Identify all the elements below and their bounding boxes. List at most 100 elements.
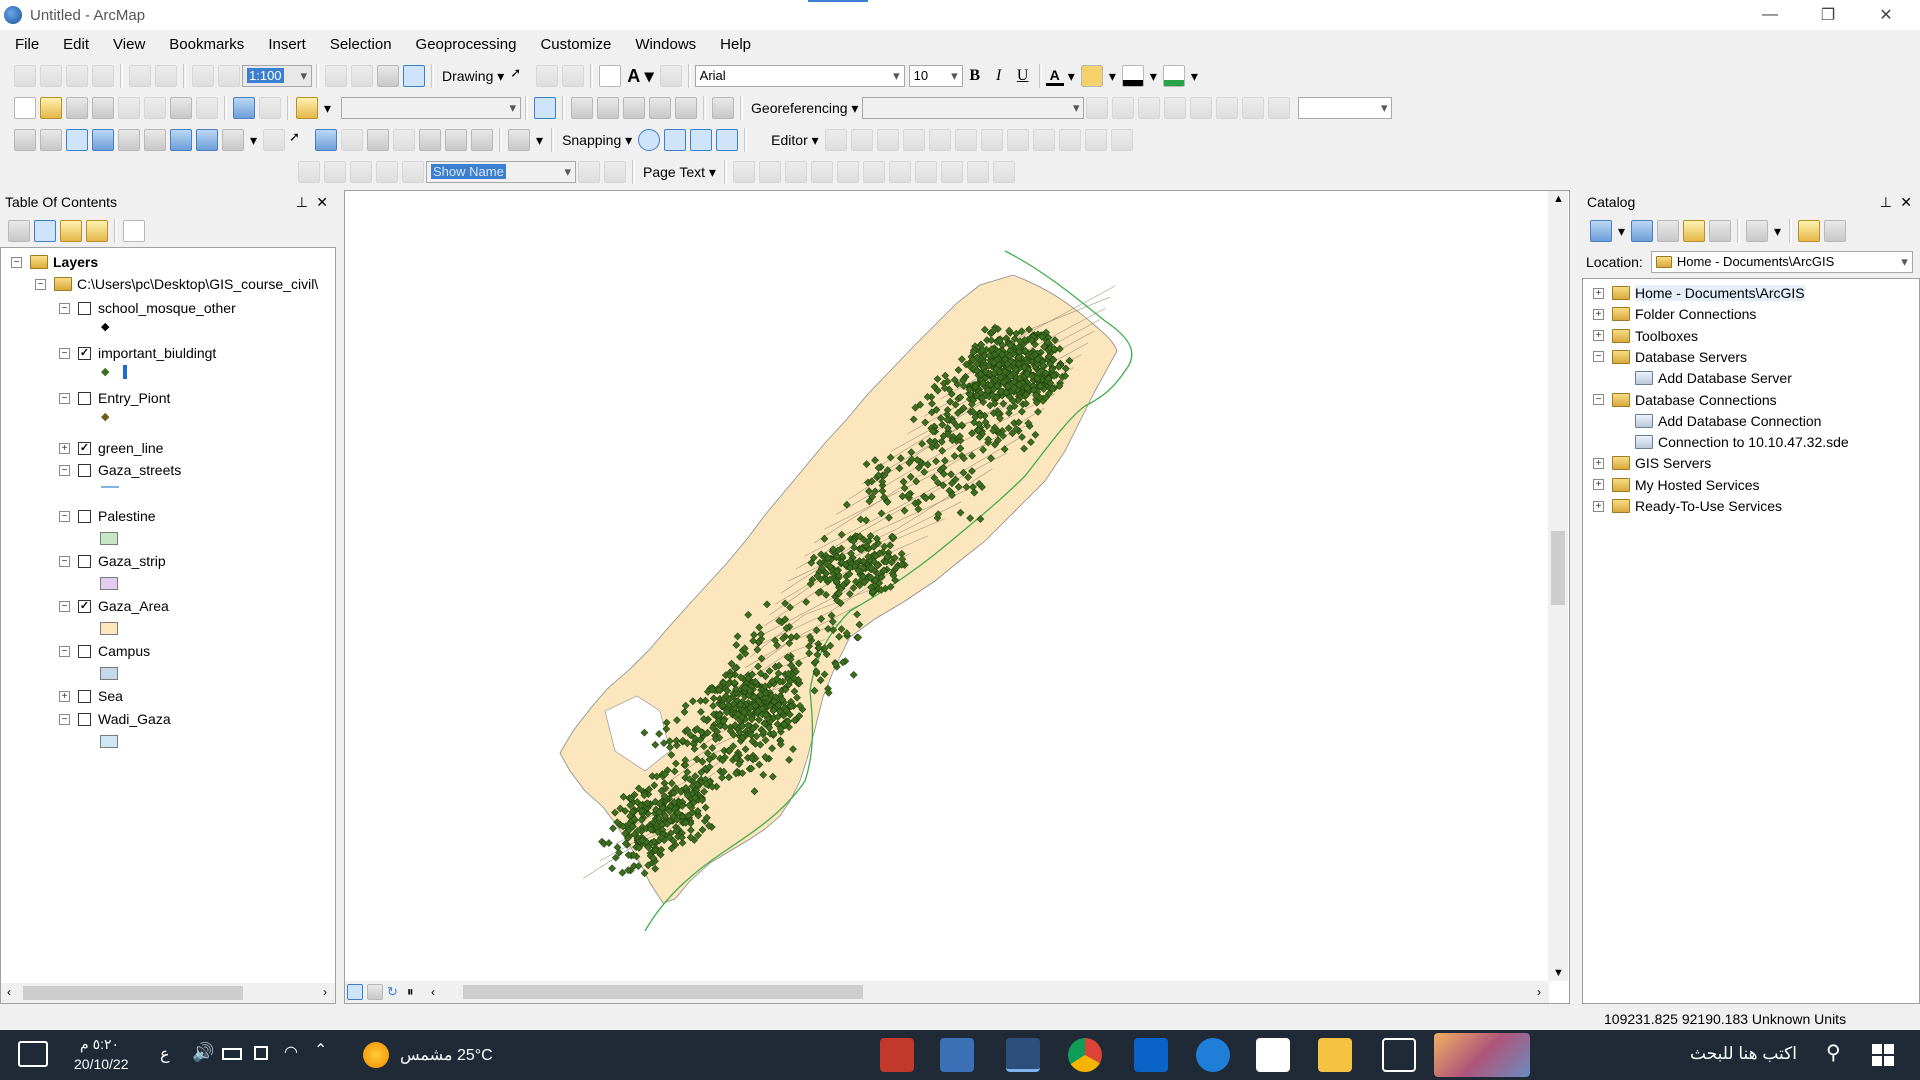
- zoom-whole-page-icon[interactable]: [562, 65, 585, 87]
- marker-color-icon[interactable]: [1162, 65, 1185, 87]
- layout-tool-icon[interactable]: [351, 65, 373, 87]
- layers-root[interactable]: − Layers: [11, 252, 98, 272]
- layout-tool-icon[interactable]: [66, 65, 88, 87]
- redo-icon[interactable]: [259, 97, 281, 119]
- georef-tool-icon[interactable]: [1086, 97, 1109, 119]
- edit-tool-icon[interactable]: [1058, 129, 1081, 151]
- georef-tool-icon[interactable]: [1268, 97, 1291, 119]
- layout-tool-icon[interactable]: [192, 65, 214, 87]
- collapse-icon[interactable]: −: [59, 392, 70, 404]
- catalog-item[interactable]: − Database Connections: [1593, 390, 1777, 410]
- wifi-icon[interactable]: ◠: [284, 1042, 298, 1062]
- toc-layer-important-biuldingt[interactable]: − ✓ important_biuldingt: [59, 343, 216, 363]
- full-extent-icon[interactable]: [92, 129, 114, 151]
- layout-tool-icon[interactable]: [403, 65, 425, 87]
- task-view-icon[interactable]: [1382, 1038, 1416, 1072]
- arcmap-task-icon[interactable]: [880, 1038, 914, 1072]
- catalog-item-label[interactable]: Connection to 10.10.47.32.sde: [1658, 434, 1849, 450]
- topology-tool-icon[interactable]: [732, 161, 755, 183]
- hyperlink-icon[interactable]: [341, 129, 364, 151]
- menu-help[interactable]: Help: [705, 36, 760, 53]
- toc-horizontal-scrollbar[interactable]: ‹ ›: [1, 983, 335, 1003]
- catalog-item[interactable]: + Home - Documents\ArcGIS: [1593, 283, 1805, 303]
- edge-snapping-icon[interactable]: [716, 129, 739, 151]
- chrome-icon[interactable]: [1068, 1038, 1102, 1072]
- topology-tool-icon[interactable]: [836, 161, 859, 183]
- refresh-icon[interactable]: ↻: [387, 984, 403, 1000]
- topology-tool-icon[interactable]: [888, 161, 911, 183]
- editor-menu[interactable]: Editor ▾: [767, 132, 823, 149]
- views-icon[interactable]: [1746, 220, 1769, 242]
- layout-tool-icon[interactable]: [14, 65, 36, 87]
- layer-visibility-checkbox[interactable]: ✓: [78, 599, 91, 613]
- catalog-item-label[interactable]: Folder Connections: [1635, 306, 1756, 322]
- toc-layer-sea[interactable]: + Sea: [59, 686, 123, 706]
- data-driven-pages-icon[interactable]: [324, 161, 346, 183]
- close-icon[interactable]: ✕: [1858, 0, 1914, 30]
- menu-bookmarks[interactable]: Bookmarks: [154, 36, 253, 53]
- windows-start-icon[interactable]: [1872, 1044, 1894, 1066]
- minimize-icon[interactable]: —: [1742, 0, 1798, 30]
- delete-icon[interactable]: [196, 97, 218, 119]
- layer-visibility-checkbox[interactable]: [78, 391, 91, 405]
- catalog-item[interactable]: + Folder Connections: [1593, 304, 1756, 324]
- data-driven-pages-icon[interactable]: [298, 161, 320, 183]
- snapping-menu[interactable]: Snapping ▾: [558, 132, 636, 149]
- layer-name[interactable]: Gaza_Area: [98, 598, 169, 614]
- search-icon[interactable]: ⚲: [1826, 1040, 1841, 1065]
- arcgis-search-task-icon[interactable]: [1006, 1038, 1040, 1072]
- expand-icon[interactable]: +: [1593, 500, 1604, 512]
- edit-tool-icon[interactable]: [928, 129, 951, 151]
- toc-layer-green-line[interactable]: + ✓ green_line: [59, 438, 163, 458]
- map-view[interactable]: ▲ ▼ ↻ ⏸ ‹ ›: [344, 190, 1570, 1004]
- map-horizontal-scrollbar[interactable]: ↻ ⏸ ‹ ›: [345, 981, 1549, 1003]
- map-scale-combo[interactable]: [341, 97, 522, 119]
- clock-date[interactable]: 20/10/22: [74, 1056, 129, 1072]
- page-text-menu[interactable]: Page Text ▾: [639, 164, 720, 181]
- toggle-contents-icon[interactable]: [1824, 220, 1847, 242]
- expand-icon[interactable]: +: [59, 442, 70, 454]
- search-window-icon[interactable]: [623, 97, 646, 119]
- route-icon[interactable]: [445, 129, 468, 151]
- layer-name[interactable]: Campus: [98, 643, 150, 659]
- topology-tool-icon[interactable]: [992, 161, 1015, 183]
- layer-visibility-checkbox[interactable]: ✓: [78, 441, 91, 455]
- catalog-item[interactable]: + My Hosted Services: [1593, 475, 1759, 495]
- catalog-item-label[interactable]: Ready-To-Use Services: [1635, 498, 1782, 514]
- font-size-combo[interactable]: 10: [908, 65, 963, 87]
- collapse-icon[interactable]: −: [59, 302, 70, 314]
- collapse-icon[interactable]: −: [59, 555, 70, 567]
- list-by-visibility-icon[interactable]: [60, 220, 82, 242]
- arctoolbox-icon[interactable]: [649, 97, 672, 119]
- arccatalog-task-icon[interactable]: [940, 1038, 974, 1072]
- layer-visibility-checkbox[interactable]: [78, 301, 91, 315]
- catalog-item[interactable]: Add Database Server: [1635, 368, 1792, 388]
- menu-edit[interactable]: Edit: [48, 36, 98, 53]
- copy-icon[interactable]: [144, 97, 166, 119]
- notifications-icon[interactable]: [18, 1041, 48, 1067]
- layer-name[interactable]: Entry_Piont: [98, 390, 170, 406]
- text-icon[interactable]: A ▾: [623, 66, 657, 87]
- data-view-icon[interactable]: [347, 984, 363, 1000]
- italic-button[interactable]: I: [987, 67, 1011, 85]
- layer-name[interactable]: school_mosque_other: [98, 300, 236, 316]
- catalog-item-label[interactable]: GIS Servers: [1635, 455, 1711, 471]
- volume-icon[interactable]: 🔊: [192, 1042, 214, 1063]
- menu-file[interactable]: File: [0, 36, 48, 53]
- layout-tool-icon[interactable]: [129, 65, 151, 87]
- edit-tool-icon[interactable]: [1032, 129, 1055, 151]
- topology-tool-icon[interactable]: [810, 161, 833, 183]
- toc-layer-gaza-strip[interactable]: − Gaza_strip: [59, 551, 166, 571]
- menu-selection[interactable]: Selection: [315, 36, 401, 53]
- font-color-icon[interactable]: A: [1045, 67, 1064, 86]
- underline-button[interactable]: U: [1011, 67, 1035, 85]
- catalog-item[interactable]: − Database Servers: [1593, 347, 1747, 367]
- georef-tool-icon[interactable]: [1138, 97, 1161, 119]
- expand-icon[interactable]: +: [1593, 479, 1604, 491]
- language-indicator[interactable]: ع: [160, 1044, 170, 1064]
- layer-visibility-checkbox[interactable]: [78, 644, 91, 658]
- list-by-drawing-order-icon[interactable]: [8, 220, 30, 242]
- search-box-text[interactable]: اكتب هنا للبحث: [1690, 1044, 1797, 1064]
- zoom-out-icon[interactable]: [40, 129, 62, 151]
- topology-tool-icon[interactable]: [940, 161, 963, 183]
